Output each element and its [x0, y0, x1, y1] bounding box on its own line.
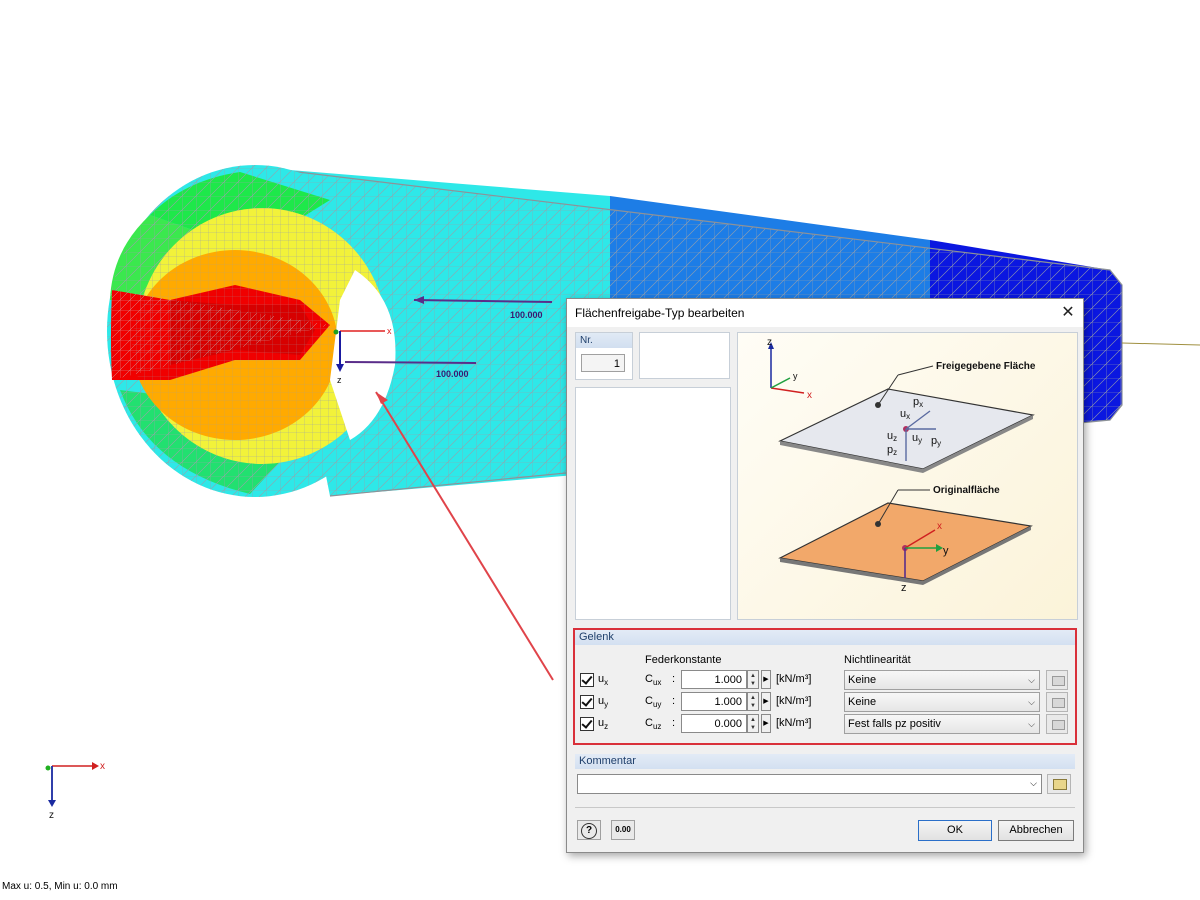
cux-spinner[interactable]: ▲ ▼: [747, 670, 759, 689]
edit-icon: [1052, 698, 1065, 708]
svg-text:z: z: [49, 810, 54, 821]
edit-icon: [1052, 720, 1065, 730]
chevron-down-icon: ⌵: [1030, 778, 1037, 788]
nonlinearity-header: Nichtlinearität: [844, 654, 911, 666]
svg-text:x: x: [937, 521, 942, 532]
comment-section-title: Kommentar: [575, 754, 1075, 769]
svg-text:x: x: [387, 326, 392, 336]
dimension-label-2: 100.000: [436, 369, 469, 379]
name-panel[interactable]: [639, 332, 730, 379]
uy-nonlinearity-select[interactable]: Keine ⌵: [844, 692, 1040, 712]
svg-text:z: z: [337, 375, 342, 385]
number-label: Nr.: [580, 335, 593, 346]
hinge-row-uz: uz Cuz : 0.000 ▲ ▼ ▶ [kN/m³] Fest falls p…: [575, 714, 1075, 734]
edit-icon: [1052, 676, 1065, 686]
type-list-panel[interactable]: [575, 387, 731, 620]
library-icon: [1053, 779, 1067, 790]
cancel-button[interactable]: Abbrechen: [998, 820, 1074, 841]
number-panel: Nr. 1: [575, 332, 633, 380]
chevron-down-icon: ⌵: [1028, 719, 1035, 729]
ux-checkbox[interactable]: [580, 673, 594, 687]
help-icon: ?: [581, 823, 597, 839]
cuy-arrow-button[interactable]: ▶: [761, 692, 771, 711]
edit-surface-release-type-dialog[interactable]: Flächenfreigabe-Typ bearbeiten ✕ Nr. 1 z…: [566, 298, 1084, 853]
cuz-input[interactable]: 0.000: [681, 714, 747, 733]
comment-library-button[interactable]: [1047, 774, 1071, 794]
uz-edit-nonlinearity-button[interactable]: [1046, 714, 1068, 734]
global-axis-triad: x z: [45, 761, 105, 821]
close-icon[interactable]: ✕: [1053, 299, 1083, 327]
number-field[interactable]: 1: [581, 354, 625, 372]
cuz-arrow-button[interactable]: ▶: [761, 714, 771, 733]
hinge-section-title: Gelenk: [575, 630, 1075, 645]
svg-text:z: z: [767, 337, 772, 348]
chevron-down-icon: ⌵: [1028, 675, 1035, 685]
uy-checkbox[interactable]: [580, 695, 594, 709]
ux-edit-nonlinearity-button[interactable]: [1046, 670, 1068, 690]
hinge-row-uy: uy Cuy : 1.000 ▲ ▼ ▶ [kN/m³] Keine ⌵: [575, 692, 1075, 712]
cux-input[interactable]: 1.000: [681, 670, 747, 689]
release-illustration: z x y Freigegebene Fläche px ux uz uy py…: [737, 332, 1078, 620]
svg-text:y: y: [793, 371, 798, 381]
comment-input[interactable]: ⌵: [577, 774, 1042, 794]
cuy-spinner[interactable]: ▲ ▼: [747, 692, 759, 711]
uz-checkbox[interactable]: [580, 717, 594, 731]
chevron-down-icon: ⌵: [1028, 697, 1035, 707]
help-button[interactable]: ?: [577, 820, 601, 840]
cux-arrow-button[interactable]: ▶: [761, 670, 771, 689]
label-released-surface: Freigegebene Fläche: [936, 361, 1036, 372]
svg-text:x: x: [807, 390, 812, 401]
ux-nonlinearity-select[interactable]: Keine ⌵: [844, 670, 1040, 690]
dialog-titlebar[interactable]: Flächenfreigabe-Typ bearbeiten ✕: [567, 299, 1083, 327]
label-original-surface: Originalfläche: [933, 485, 1000, 496]
cuy-input[interactable]: 1.000: [681, 692, 747, 711]
dimension-label-1: 100.000: [510, 310, 543, 320]
uz-nonlinearity-select[interactable]: Fest falls pz positiv ⌵: [844, 714, 1040, 734]
uy-edit-nonlinearity-button[interactable]: [1046, 692, 1068, 712]
ok-button[interactable]: OK: [918, 820, 992, 841]
status-text: Max u: 0.5, Min u: 0.0 mm: [2, 881, 118, 892]
hinge-section: Gelenk Federkonstante Nichtlinearität ux…: [573, 628, 1077, 745]
svg-text:z: z: [901, 582, 907, 594]
support-line: [1121, 342, 1200, 346]
cuz-spinner[interactable]: ▲ ▼: [747, 714, 759, 733]
units-decimals-button[interactable]: 0.00: [611, 820, 635, 840]
spring-constant-header: Federkonstante: [645, 654, 722, 666]
svg-text:x: x: [100, 761, 105, 772]
hinge-row-ux: ux Cux : 1.000 ▲ ▼ ▶ [kN/m³] Keine ⌵: [575, 670, 1075, 690]
decimals-icon: 0.00: [615, 825, 631, 834]
svg-text:y: y: [943, 545, 949, 557]
dialog-title: Flächenfreigabe-Typ bearbeiten: [575, 306, 745, 320]
